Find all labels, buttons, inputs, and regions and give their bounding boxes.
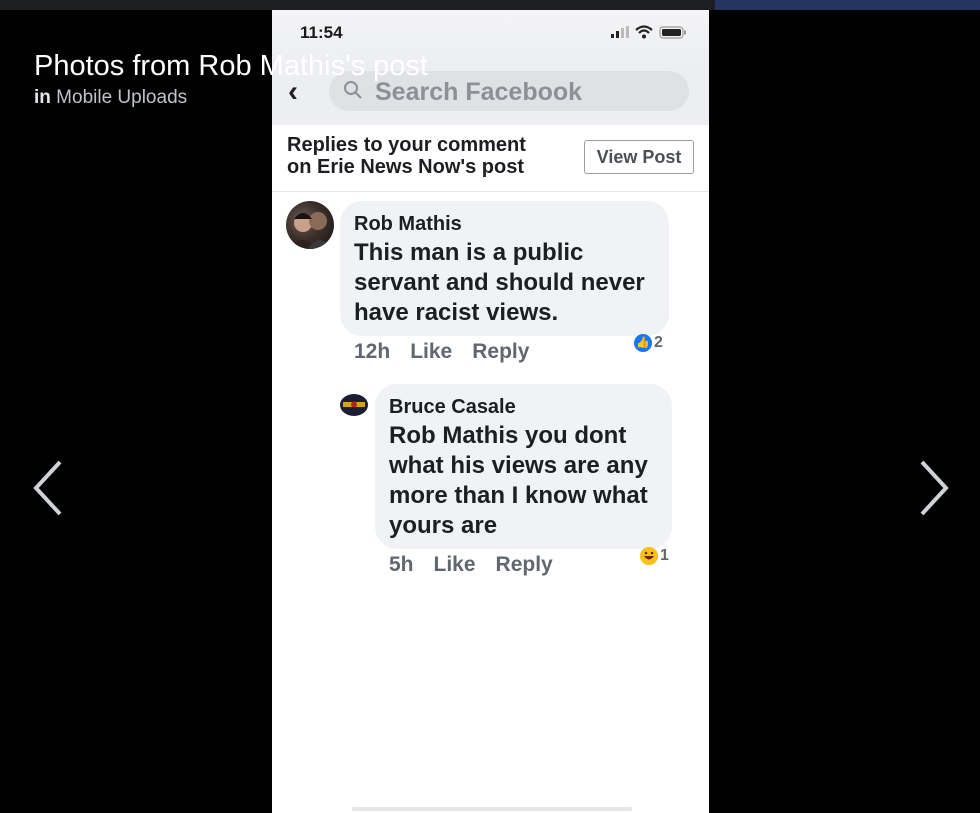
album-line: in Mobile Uploads [34,87,428,109]
comment-reply-link: Reply [495,553,553,576]
comment-text-line: more than I know what [389,482,648,509]
comment-like-link: Like [410,340,453,363]
photo-screenshot: 11:54 ‹ Search Facebook Replies to your … [272,10,709,813]
comment-text-line: yours are [389,512,498,539]
comment-author: Bruce Casale [389,396,516,418]
reaction-count: 1 [640,547,669,565]
status-time: 11:54 [300,23,343,42]
haha-icon [640,547,658,565]
comment-text-line: This man is a public [354,239,584,266]
home-indicator [352,807,632,811]
avatar [286,201,334,249]
wifi-icon [635,25,653,39]
replies-header: Replies to your comment on Erie News Now… [287,134,526,178]
album-link[interactable]: Mobile Uploads [56,87,187,108]
comment-text-line: have racist views. [354,299,559,326]
replies-header-line2: on Erie News Now's post [287,156,525,178]
comment-text-line: servant and should never [354,269,645,296]
viewer-header: Photos from Rob Mathis's post in Mobile … [34,49,428,109]
comment-time: 5h [389,553,414,576]
comment-author: Rob Mathis [354,213,462,235]
status-icons [611,25,687,39]
comment-text-line: what his views are any [389,452,648,479]
album-prefix: in [34,87,51,108]
avatar [340,394,368,416]
comment-reply-link: Reply [472,340,530,363]
comment-bubble: Bruce Casale Rob Mathis you dont what hi… [375,384,672,549]
comment-meta: 5h Like Reply [389,553,553,577]
page-title: Photos from Rob Mathis's post [34,50,428,82]
replies-header-line1: Replies to your comment [287,134,526,156]
next-photo-button[interactable] [912,456,952,520]
like-icon: 👍 [634,334,652,352]
top-browser-strip [0,0,980,10]
reaction-count-value: 2 [654,334,663,351]
chevron-left-icon [33,460,62,516]
top-blue-bar [715,0,980,10]
reaction-count-value: 1 [660,547,669,564]
comment-text-line: Rob Mathis you dont [389,422,627,449]
view-post-button: View Post [584,140,694,174]
comment-time: 12h [354,340,391,363]
signal-icon [611,26,629,38]
avatar-badge-icon [341,395,367,415]
divider [272,191,709,192]
comment-meta: 12h Like Reply [354,340,529,364]
comment-bubble: Rob Mathis This man is a public servant … [340,201,669,336]
chevron-right-icon [920,460,949,516]
battery-icon [659,25,686,39]
reaction-count: 👍 2 [634,334,663,352]
avatar-photo-icon [290,212,332,249]
comment-like-link: Like [433,553,476,576]
previous-photo-button[interactable] [30,456,70,520]
